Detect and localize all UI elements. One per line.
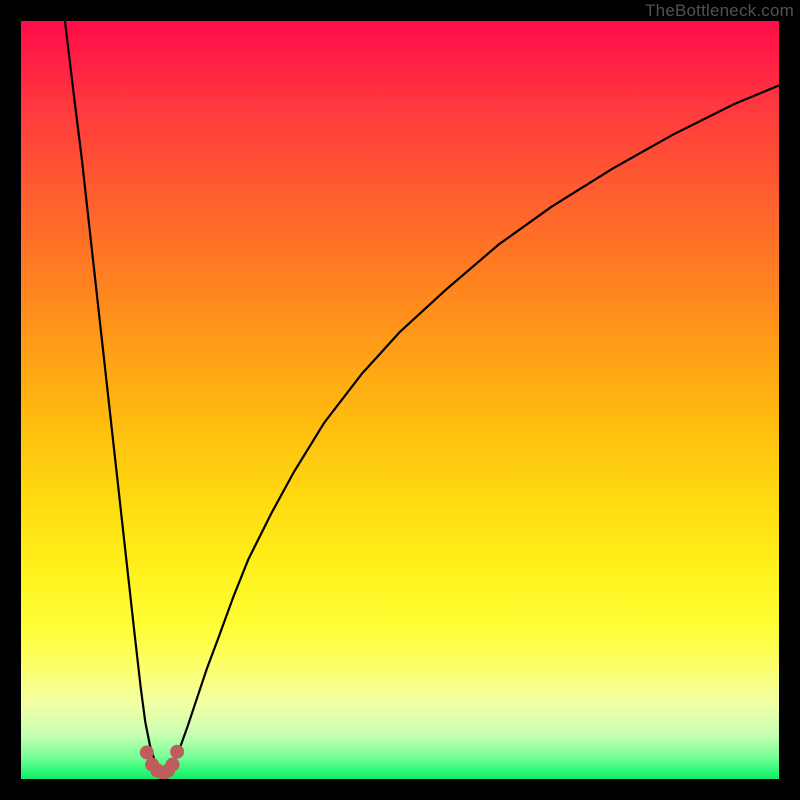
- marker-dot: [170, 745, 184, 759]
- bottom-marker-cluster: [140, 745, 184, 779]
- curve-left-arm: [65, 21, 159, 765]
- curve-right-arm: [169, 85, 779, 765]
- chart-frame: TheBottleneck.com: [0, 0, 800, 800]
- curve-layer: [21, 21, 779, 779]
- watermark-text: TheBottleneck.com: [645, 0, 794, 21]
- marker-dot: [140, 745, 154, 759]
- marker-dot: [166, 758, 180, 772]
- plot-area: [21, 21, 779, 779]
